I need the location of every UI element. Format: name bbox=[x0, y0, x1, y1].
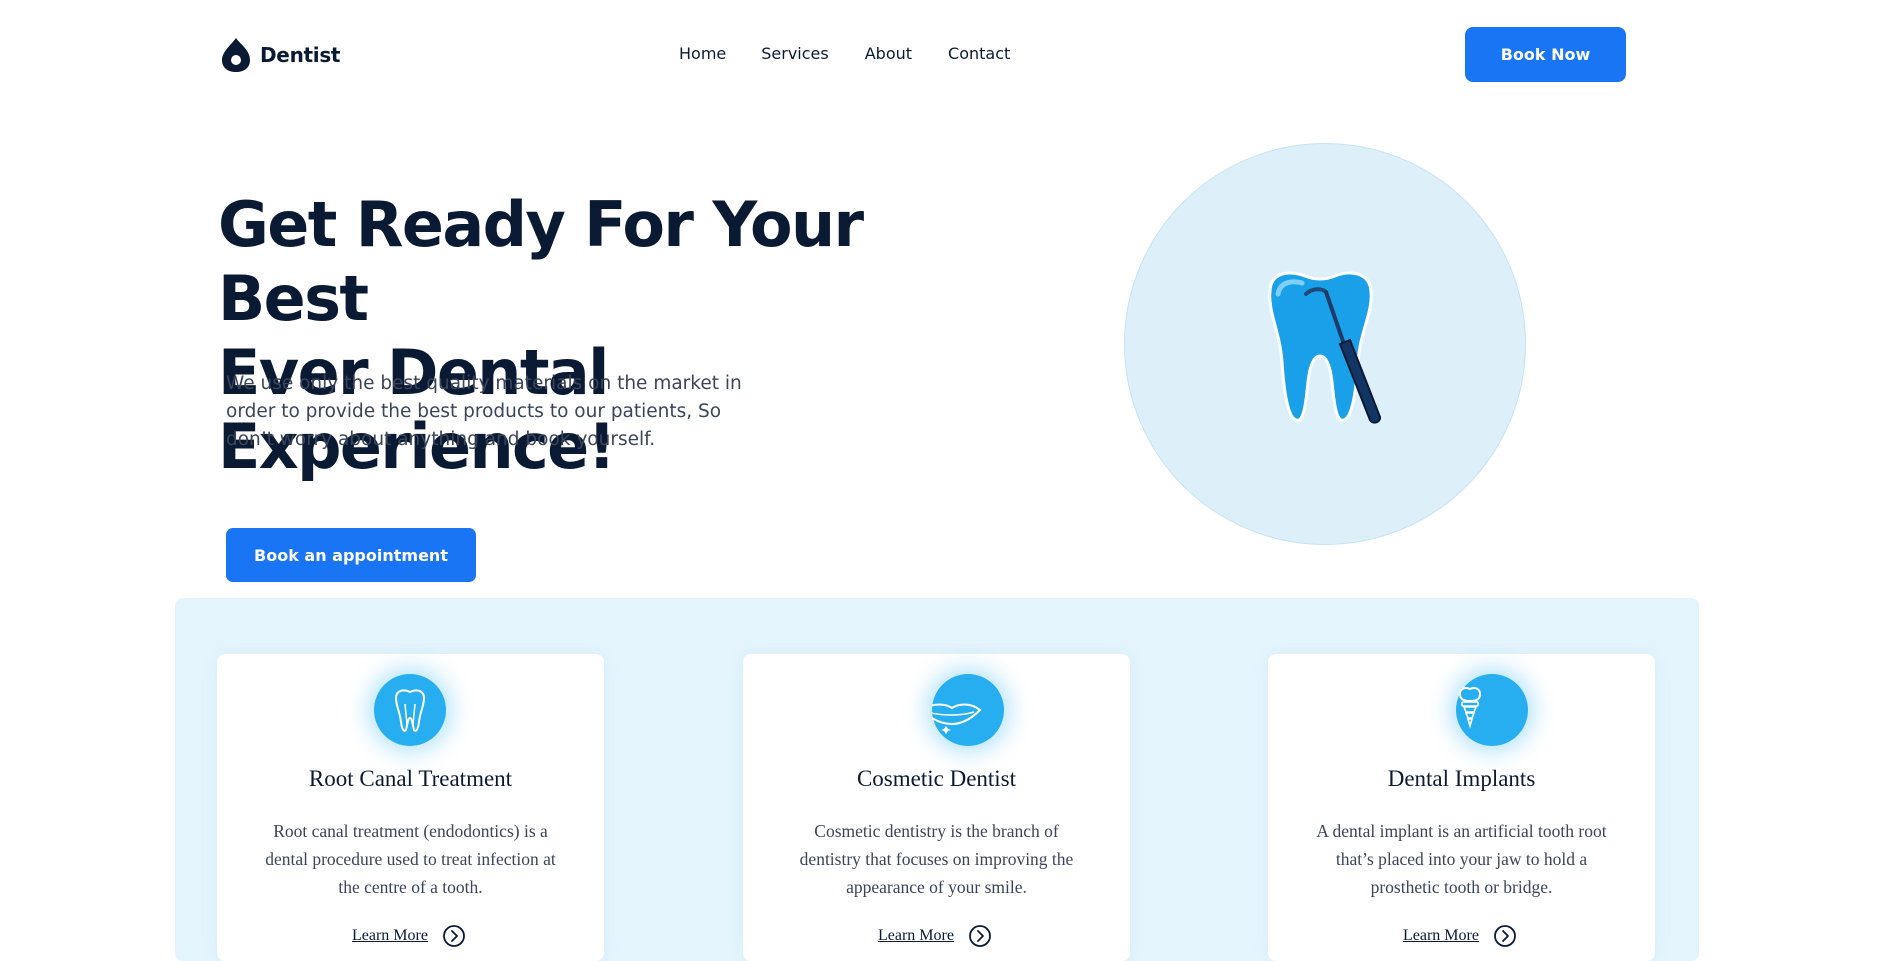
hero-title-line-1: Get Ready For Your Best bbox=[218, 188, 864, 335]
learn-more-label: Learn More bbox=[352, 927, 428, 944]
site-header: Dentist Home Services About Contact Book… bbox=[0, 0, 1881, 110]
nav-about[interactable]: About bbox=[865, 44, 912, 63]
service-desc-line: dentistry that focuses on improving the bbox=[799, 849, 1074, 869]
book-now-button[interactable]: Book Now bbox=[1465, 27, 1626, 82]
nav-services[interactable]: Services bbox=[761, 44, 828, 63]
service-icon-circle bbox=[374, 674, 446, 746]
learn-more-label: Learn More bbox=[878, 927, 954, 944]
service-description: Cosmetic dentistry is the branch of dent… bbox=[743, 817, 1130, 901]
tooth-with-dental-tool-icon bbox=[1268, 271, 1382, 424]
hero-desc-line-2: order to provide the best products to ou… bbox=[226, 401, 722, 422]
learn-more-link[interactable]: Learn More bbox=[352, 924, 466, 948]
nav-contact[interactable]: Contact bbox=[948, 44, 1010, 63]
service-desc-line: that’s placed into your jaw to hold a bbox=[1335, 849, 1588, 869]
service-desc-line: dental procedure used to treat infection… bbox=[265, 849, 556, 869]
brand-logo[interactable]: Dentist bbox=[218, 36, 340, 74]
chevron-right-circle-icon bbox=[1494, 925, 1516, 947]
learn-more-label: Learn More bbox=[1403, 927, 1479, 944]
main-nav: Home Services About Contact bbox=[679, 44, 1010, 63]
service-desc-line: prosthetic tooth or bridge. bbox=[1370, 877, 1553, 897]
service-description: A dental implant is an artificial tooth … bbox=[1268, 817, 1655, 901]
hero-description: We use only the best quality materials o… bbox=[226, 370, 766, 454]
service-desc-line: the centre of a tooth. bbox=[338, 877, 483, 897]
hero-desc-line-1: We use only the best quality materials o… bbox=[226, 373, 742, 394]
service-desc-line: Cosmetic dentistry is the branch of bbox=[814, 821, 1059, 841]
service-desc-line: appearance of your smile. bbox=[846, 877, 1027, 897]
chevron-right-circle-icon bbox=[969, 925, 991, 947]
hero-desc-line-3: don’t worry about anything and book your… bbox=[226, 429, 656, 450]
learn-more-link[interactable]: Learn More bbox=[1403, 924, 1517, 948]
learn-more-link[interactable]: Learn More bbox=[878, 924, 992, 948]
tooth-drop-icon bbox=[222, 38, 250, 72]
book-appointment-button[interactable]: Book an appointment bbox=[226, 528, 476, 582]
service-card-root-canal: Root Canal Treatment Root canal treatmen… bbox=[217, 654, 604, 961]
service-desc-line: Root canal treatment (endodontics) is a bbox=[273, 821, 548, 841]
service-card-cosmetic: Cosmetic Dentist Cosmetic dentistry is t… bbox=[743, 654, 1130, 961]
service-title: Cosmetic Dentist bbox=[856, 766, 1017, 791]
service-title: Root Canal Treatment bbox=[308, 766, 513, 791]
service-card-implants: Dental Implants A dental implant is an a… bbox=[1268, 654, 1655, 961]
service-icon-circle bbox=[1456, 674, 1528, 746]
tooth-outline-icon bbox=[394, 689, 426, 732]
dental-implant-icon bbox=[1458, 687, 1482, 729]
service-icon-circle bbox=[932, 674, 1004, 746]
nav-home[interactable]: Home bbox=[679, 44, 726, 63]
smile-lips-icon bbox=[932, 703, 982, 734]
chevron-right-circle-icon bbox=[443, 925, 465, 947]
service-desc-line: A dental implant is an artificial tooth … bbox=[1316, 821, 1607, 841]
service-title: Dental Implants bbox=[1387, 766, 1536, 791]
brand-name: Dentist bbox=[260, 43, 341, 67]
service-description: Root canal treatment (endodontics) is a … bbox=[217, 817, 604, 901]
